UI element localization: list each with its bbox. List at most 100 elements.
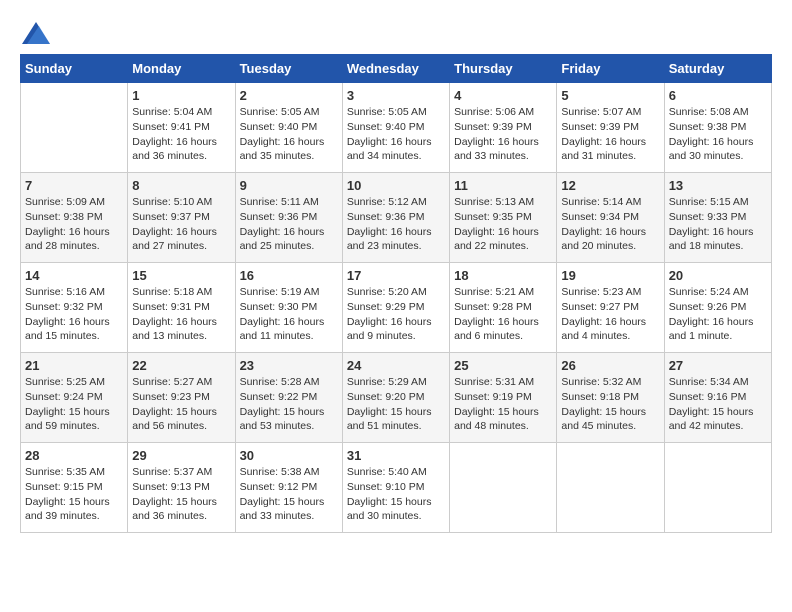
day-number: 4 bbox=[454, 88, 552, 103]
calendar-cell: 26 Sunrise: 5:32 AM Sunset: 9:18 PM Dayli… bbox=[557, 353, 664, 443]
day-number: 16 bbox=[240, 268, 338, 283]
cell-content: Sunrise: 5:40 AM Sunset: 9:10 PM Dayligh… bbox=[347, 465, 445, 524]
cell-content: Sunrise: 5:12 AM Sunset: 9:36 PM Dayligh… bbox=[347, 195, 445, 254]
day-number: 14 bbox=[25, 268, 123, 283]
calendar-cell bbox=[664, 443, 771, 533]
day-number: 31 bbox=[347, 448, 445, 463]
cell-content: Sunrise: 5:28 AM Sunset: 9:22 PM Dayligh… bbox=[240, 375, 338, 434]
cell-content: Sunrise: 5:05 AM Sunset: 9:40 PM Dayligh… bbox=[240, 105, 338, 164]
day-number: 7 bbox=[25, 178, 123, 193]
calendar-cell: 2Sunrise: 5:05 AM Sunset: 9:40 PM Daylig… bbox=[235, 83, 342, 173]
logo-icon bbox=[22, 22, 50, 44]
day-number: 20 bbox=[669, 268, 767, 283]
day-number: 12 bbox=[561, 178, 659, 193]
day-number: 26 bbox=[561, 358, 659, 373]
cell-content: Sunrise: 5:10 AM Sunset: 9:37 PM Dayligh… bbox=[132, 195, 230, 254]
cell-content: Sunrise: 5:32 AM Sunset: 9:18 PM Dayligh… bbox=[561, 375, 659, 434]
day-number: 10 bbox=[347, 178, 445, 193]
calendar-week-row: 7 Sunrise: 5:09 AM Sunset: 9:38 PM Daylig… bbox=[21, 173, 772, 263]
cell-content: Sunrise: 5:35 AM Sunset: 9:15 PM Dayligh… bbox=[25, 465, 123, 524]
day-header: Sunday bbox=[21, 55, 128, 83]
calendar-cell: 31 Sunrise: 5:40 AM Sunset: 9:10 PM Dayli… bbox=[342, 443, 449, 533]
calendar-cell: 18 Sunrise: 5:21 AM Sunset: 9:28 PM Dayli… bbox=[450, 263, 557, 353]
calendar-cell bbox=[21, 83, 128, 173]
day-header: Saturday bbox=[664, 55, 771, 83]
cell-content: Sunrise: 5:14 AM Sunset: 9:34 PM Dayligh… bbox=[561, 195, 659, 254]
calendar-cell bbox=[557, 443, 664, 533]
day-header: Thursday bbox=[450, 55, 557, 83]
cell-content: Sunrise: 5:16 AM Sunset: 9:32 PM Dayligh… bbox=[25, 285, 123, 344]
day-number: 11 bbox=[454, 178, 552, 193]
cell-content: Sunrise: 5:18 AM Sunset: 9:31 PM Dayligh… bbox=[132, 285, 230, 344]
calendar-cell: 4 Sunrise: 5:06 AM Sunset: 9:39 PM Daylig… bbox=[450, 83, 557, 173]
day-number: 27 bbox=[669, 358, 767, 373]
calendar-cell: 27 Sunrise: 5:34 AM Sunset: 9:16 PM Dayli… bbox=[664, 353, 771, 443]
cell-content: Sunrise: 5:07 AM Sunset: 9:39 PM Dayligh… bbox=[561, 105, 659, 164]
cell-content: Sunrise: 5:25 AM Sunset: 9:24 PM Dayligh… bbox=[25, 375, 123, 434]
day-number: 13 bbox=[669, 178, 767, 193]
calendar-week-row: 14 Sunrise: 5:16 AM Sunset: 9:32 PM Dayli… bbox=[21, 263, 772, 353]
day-number: 1 bbox=[132, 88, 230, 103]
cell-content: Sunrise: 5:37 AM Sunset: 9:13 PM Dayligh… bbox=[132, 465, 230, 524]
calendar-cell bbox=[450, 443, 557, 533]
day-number: 15 bbox=[132, 268, 230, 283]
day-number: 25 bbox=[454, 358, 552, 373]
cell-content: Sunrise: 5:29 AM Sunset: 9:20 PM Dayligh… bbox=[347, 375, 445, 434]
calendar-cell: 21 Sunrise: 5:25 AM Sunset: 9:24 PM Dayli… bbox=[21, 353, 128, 443]
cell-content: Sunrise: 5:09 AM Sunset: 9:38 PM Dayligh… bbox=[25, 195, 123, 254]
day-number: 30 bbox=[240, 448, 338, 463]
calendar-week-row: 21 Sunrise: 5:25 AM Sunset: 9:24 PM Dayli… bbox=[21, 353, 772, 443]
cell-content: Sunrise: 5:31 AM Sunset: 9:19 PM Dayligh… bbox=[454, 375, 552, 434]
cell-content: Sunrise: 5:21 AM Sunset: 9:28 PM Dayligh… bbox=[454, 285, 552, 344]
calendar-cell: 25 Sunrise: 5:31 AM Sunset: 9:19 PM Dayli… bbox=[450, 353, 557, 443]
day-number: 21 bbox=[25, 358, 123, 373]
calendar-table: SundayMondayTuesdayWednesdayThursdayFrid… bbox=[20, 54, 772, 533]
calendar-cell: 3 Sunrise: 5:05 AM Sunset: 9:40 PM Daylig… bbox=[342, 83, 449, 173]
cell-content: Sunrise: 5:27 AM Sunset: 9:23 PM Dayligh… bbox=[132, 375, 230, 434]
cell-content: Sunrise: 5:08 AM Sunset: 9:38 PM Dayligh… bbox=[669, 105, 767, 164]
day-header: Wednesday bbox=[342, 55, 449, 83]
calendar-cell: 28 Sunrise: 5:35 AM Sunset: 9:15 PM Dayli… bbox=[21, 443, 128, 533]
calendar-header-row: SundayMondayTuesdayWednesdayThursdayFrid… bbox=[21, 55, 772, 83]
cell-content: Sunrise: 5:34 AM Sunset: 9:16 PM Dayligh… bbox=[669, 375, 767, 434]
day-number: 5 bbox=[561, 88, 659, 103]
calendar-cell: 23 Sunrise: 5:28 AM Sunset: 9:22 PM Dayli… bbox=[235, 353, 342, 443]
calendar-cell: 10 Sunrise: 5:12 AM Sunset: 9:36 PM Dayli… bbox=[342, 173, 449, 263]
day-number: 3 bbox=[347, 88, 445, 103]
day-header: Friday bbox=[557, 55, 664, 83]
day-number: 18 bbox=[454, 268, 552, 283]
day-number: 28 bbox=[25, 448, 123, 463]
calendar-cell: 12 Sunrise: 5:14 AM Sunset: 9:34 PM Dayli… bbox=[557, 173, 664, 263]
day-number: 19 bbox=[561, 268, 659, 283]
calendar-cell: 5 Sunrise: 5:07 AM Sunset: 9:39 PM Daylig… bbox=[557, 83, 664, 173]
calendar-cell: 13 Sunrise: 5:15 AM Sunset: 9:33 PM Dayli… bbox=[664, 173, 771, 263]
calendar-cell: 1Sunrise: 5:04 AM Sunset: 9:41 PM Daylig… bbox=[128, 83, 235, 173]
cell-content: Sunrise: 5:06 AM Sunset: 9:39 PM Dayligh… bbox=[454, 105, 552, 164]
cell-content: Sunrise: 5:15 AM Sunset: 9:33 PM Dayligh… bbox=[669, 195, 767, 254]
logo bbox=[20, 20, 50, 44]
calendar-cell: 17 Sunrise: 5:20 AM Sunset: 9:29 PM Dayli… bbox=[342, 263, 449, 353]
calendar-week-row: 1Sunrise: 5:04 AM Sunset: 9:41 PM Daylig… bbox=[21, 83, 772, 173]
cell-content: Sunrise: 5:11 AM Sunset: 9:36 PM Dayligh… bbox=[240, 195, 338, 254]
calendar-week-row: 28 Sunrise: 5:35 AM Sunset: 9:15 PM Dayli… bbox=[21, 443, 772, 533]
calendar-cell: 29Sunrise: 5:37 AM Sunset: 9:13 PM Dayli… bbox=[128, 443, 235, 533]
calendar-cell: 8Sunrise: 5:10 AM Sunset: 9:37 PM Daylig… bbox=[128, 173, 235, 263]
cell-content: Sunrise: 5:24 AM Sunset: 9:26 PM Dayligh… bbox=[669, 285, 767, 344]
calendar-cell: 11 Sunrise: 5:13 AM Sunset: 9:35 PM Dayli… bbox=[450, 173, 557, 263]
day-number: 23 bbox=[240, 358, 338, 373]
cell-content: Sunrise: 5:05 AM Sunset: 9:40 PM Dayligh… bbox=[347, 105, 445, 164]
calendar-cell: 19Sunrise: 5:23 AM Sunset: 9:27 PM Dayli… bbox=[557, 263, 664, 353]
day-number: 17 bbox=[347, 268, 445, 283]
cell-content: Sunrise: 5:13 AM Sunset: 9:35 PM Dayligh… bbox=[454, 195, 552, 254]
day-header: Monday bbox=[128, 55, 235, 83]
calendar-cell: 6 Sunrise: 5:08 AM Sunset: 9:38 PM Daylig… bbox=[664, 83, 771, 173]
day-number: 6 bbox=[669, 88, 767, 103]
calendar-cell: 20 Sunrise: 5:24 AM Sunset: 9:26 PM Dayli… bbox=[664, 263, 771, 353]
cell-content: Sunrise: 5:38 AM Sunset: 9:12 PM Dayligh… bbox=[240, 465, 338, 524]
calendar-cell: 16Sunrise: 5:19 AM Sunset: 9:30 PM Dayli… bbox=[235, 263, 342, 353]
calendar-cell: 24 Sunrise: 5:29 AM Sunset: 9:20 PM Dayli… bbox=[342, 353, 449, 443]
cell-content: Sunrise: 5:20 AM Sunset: 9:29 PM Dayligh… bbox=[347, 285, 445, 344]
calendar-cell: 22 Sunrise: 5:27 AM Sunset: 9:23 PM Dayli… bbox=[128, 353, 235, 443]
day-number: 24 bbox=[347, 358, 445, 373]
day-number: 22 bbox=[132, 358, 230, 373]
